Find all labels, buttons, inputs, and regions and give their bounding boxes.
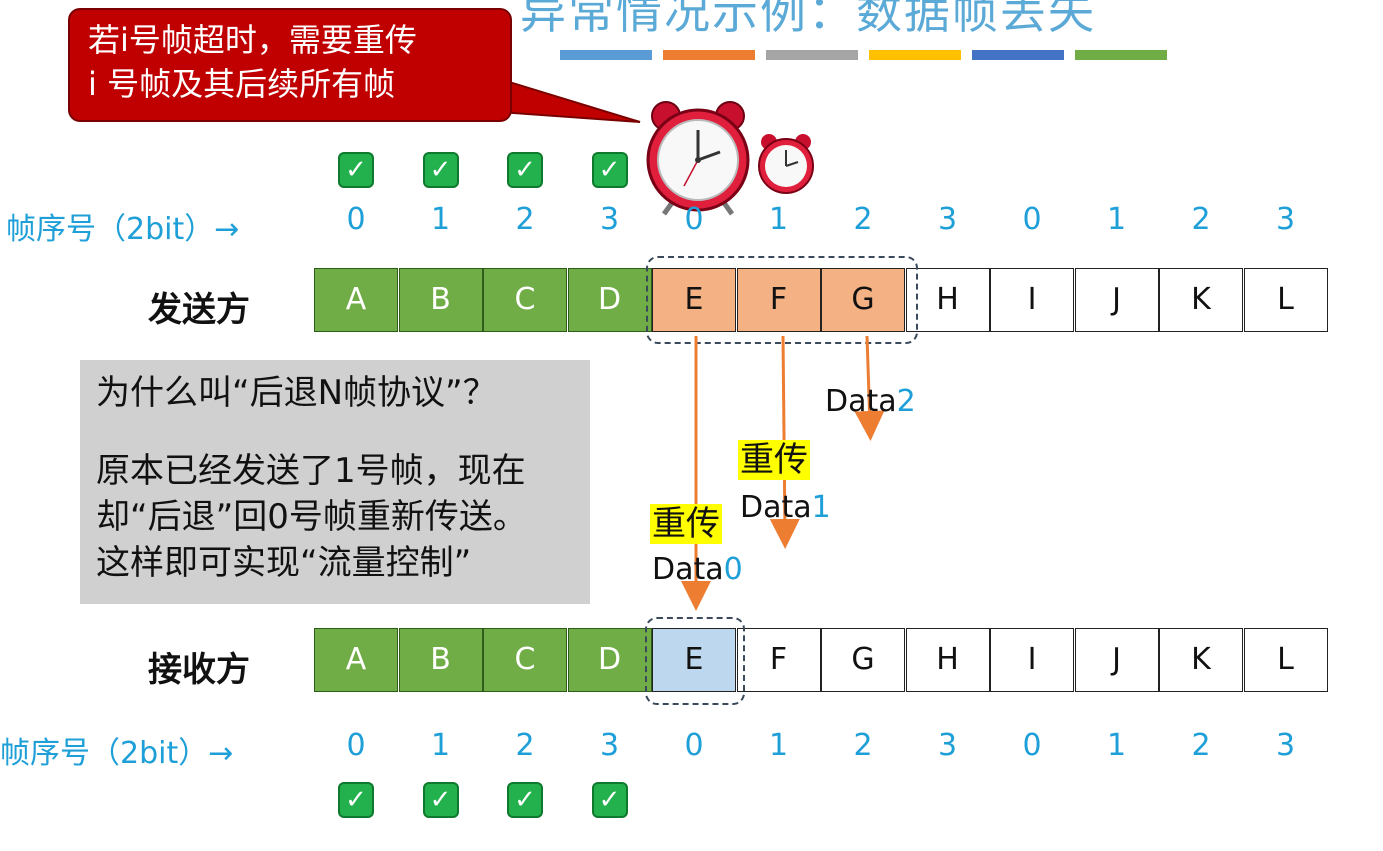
resend-badge-1: 重传 (738, 440, 810, 480)
note-line-4: 这样即可实现“流量控制” (96, 543, 472, 583)
data2-label: Data2 (825, 384, 916, 419)
note-line-2: 原本已经发送了1号帧，现在 (96, 451, 526, 491)
data0-label: Data0 (652, 552, 743, 587)
note-line-3: 却“后退”回0号帧重新传送。 (96, 497, 527, 537)
explanation-note: 为什么叫“后退N帧协议”？ 原本已经发送了1号帧，现在 却“后退”回0号帧重新传… (80, 360, 590, 604)
note-line-1: 为什么叫“后退N帧协议”？ (96, 373, 497, 413)
data1-label: Data1 (740, 490, 831, 525)
resend-badge-0: 重传 (650, 504, 722, 544)
